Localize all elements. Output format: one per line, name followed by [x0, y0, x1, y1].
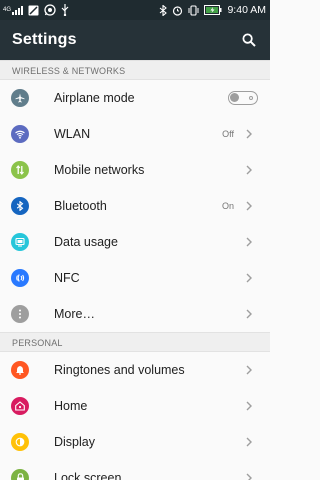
toggle-knob — [230, 93, 239, 102]
alarm-icon — [172, 3, 183, 17]
home-icon — [11, 397, 29, 415]
setting-icon-wrap — [0, 269, 54, 287]
setting-item-bluetooth[interactable]: Bluetooth On — [0, 188, 270, 224]
setting-item-ringtones-and-volumes[interactable]: Ringtones and volumes — [0, 352, 270, 388]
setting-item-nfc[interactable]: NFC — [0, 260, 270, 296]
wifi-icon — [11, 125, 29, 143]
setting-item-lock-screen[interactable]: Lock screen — [0, 460, 270, 480]
settings-list: WIRELESS & NETWORKS Airplane mode WLAN Off M… — [0, 60, 270, 480]
chevron-right-icon — [240, 473, 258, 480]
setting-label: Data usage — [54, 235, 118, 249]
usb-icon — [61, 3, 69, 17]
airplane-icon — [11, 89, 29, 107]
setting-icon-wrap — [0, 469, 54, 480]
search-icon[interactable] — [238, 29, 260, 51]
setting-item-mobile-networks[interactable]: Mobile networks — [0, 152, 270, 188]
bell-icon — [11, 361, 29, 379]
setting-status: On — [221, 201, 234, 211]
status-bar: 4G 9:40 AM — [0, 0, 270, 20]
setting-item-data-usage[interactable]: Data usage — [0, 224, 270, 260]
setting-label: Mobile networks — [54, 163, 145, 177]
network-label: 4G — [3, 7, 12, 13]
setting-icon-wrap — [0, 233, 54, 251]
setting-label: Display — [54, 435, 95, 449]
setting-icon-wrap — [0, 433, 54, 451]
setting-item-home[interactable]: Home — [0, 388, 270, 424]
setting-label: NFC — [54, 271, 80, 285]
setting-label: Lock screen — [54, 471, 122, 480]
whatsapp-icon — [44, 3, 56, 17]
setting-icon-wrap — [0, 397, 54, 415]
page-title: Settings — [12, 31, 77, 48]
chevron-right-icon — [240, 437, 258, 447]
section-header-wireless-networks: WIRELESS & NETWORKS — [0, 60, 270, 80]
bluetooth-icon — [11, 197, 29, 215]
setting-icon-wrap — [0, 197, 54, 215]
setting-label: Airplane mode — [54, 91, 135, 105]
signal-icon: 4G — [3, 3, 24, 17]
more-icon — [11, 305, 29, 323]
setting-label: More… — [54, 307, 95, 321]
chevron-right-icon — [240, 309, 258, 319]
chevron-right-icon — [240, 129, 258, 139]
bluetooth-icon — [159, 3, 168, 17]
status-bar-right: 9:40 AM — [159, 3, 266, 17]
setting-item-more[interactable]: More… — [0, 296, 270, 332]
section-header-personal: PERSONAL — [0, 332, 270, 352]
setting-icon-wrap — [0, 361, 54, 379]
status-time: 9:40 AM — [227, 4, 266, 16]
setting-label: WLAN — [54, 127, 91, 141]
chevron-right-icon — [240, 401, 258, 411]
setting-item-display[interactable]: Display — [0, 424, 270, 460]
chevron-right-icon — [240, 237, 258, 247]
status-bar-left: 4G — [3, 3, 69, 17]
data-usage-icon — [11, 233, 29, 251]
no-sim-icon — [28, 3, 39, 17]
chevron-right-icon — [240, 273, 258, 283]
setting-label: Ringtones and volumes — [54, 363, 185, 377]
setting-icon-wrap — [0, 305, 54, 323]
display-icon — [11, 433, 29, 451]
setting-item-wlan[interactable]: WLAN Off — [0, 116, 270, 152]
setting-icon-wrap — [0, 89, 54, 107]
setting-label: Home — [54, 399, 88, 413]
airplane-mode-toggle[interactable] — [228, 91, 258, 105]
battery-charging-icon — [204, 3, 222, 17]
toggle-off-indicator — [249, 96, 253, 100]
nfc-icon — [11, 269, 29, 287]
setting-icon-wrap — [0, 125, 54, 143]
chevron-right-icon — [240, 165, 258, 175]
mobile-data-icon — [11, 161, 29, 179]
setting-label: Bluetooth — [54, 199, 107, 213]
lock-icon — [11, 469, 29, 480]
app-bar: Settings — [0, 20, 270, 60]
vibrate-icon — [188, 3, 199, 17]
chevron-right-icon — [240, 365, 258, 375]
setting-icon-wrap — [0, 161, 54, 179]
setting-status: Off — [222, 129, 234, 139]
setting-item-airplane-mode[interactable]: Airplane mode — [0, 80, 270, 116]
chevron-right-icon — [240, 201, 258, 211]
